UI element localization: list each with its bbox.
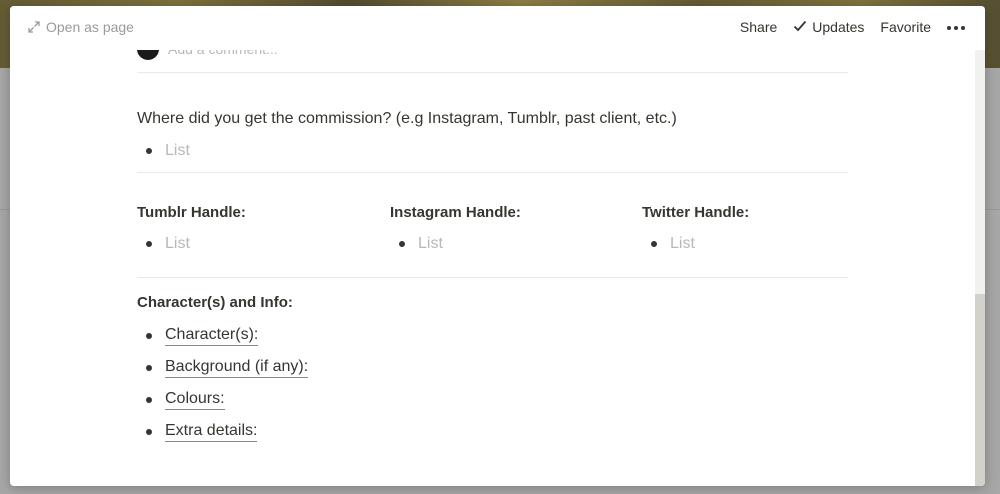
open-as-page-button[interactable]: Open as page	[28, 19, 134, 35]
divider	[137, 277, 848, 278]
list-item[interactable]: Extra details:	[137, 422, 258, 442]
character-info-heading: Character(s) and Info:	[137, 294, 293, 311]
list-item[interactable]: List	[642, 235, 695, 253]
list-item[interactable]: List	[137, 142, 190, 160]
updates-label: Updates	[812, 19, 865, 35]
scrollbar[interactable]	[975, 50, 985, 486]
bullet-icon	[399, 241, 405, 247]
instagram-handle-heading: Instagram Handle:	[390, 204, 521, 221]
list-item[interactable]: List	[390, 235, 443, 253]
favorite-button[interactable]: Favorite	[880, 19, 931, 35]
divider	[137, 172, 848, 173]
extra-details-link[interactable]: Extra details:	[165, 422, 258, 442]
bullet-icon	[146, 333, 152, 339]
bullet-icon	[146, 397, 152, 403]
checkmark-icon	[793, 19, 807, 35]
modal-scroll-area[interactable]: Add a comment... Where did you get the c…	[10, 6, 985, 486]
bullet-icon	[146, 148, 152, 154]
divider	[137, 72, 848, 73]
topbar-actions: Share Updates Favorite	[740, 19, 965, 35]
share-button[interactable]: Share	[740, 19, 777, 35]
page-peek-modal: Add a comment... Where did you get the c…	[10, 6, 985, 486]
list-placeholder[interactable]: List	[165, 142, 190, 160]
expand-icon	[28, 21, 40, 33]
bullet-icon	[651, 241, 657, 247]
background-link[interactable]: Background (if any):	[165, 358, 309, 378]
bullet-icon	[146, 241, 152, 247]
list-item[interactable]: Background (if any):	[137, 358, 309, 378]
tumblr-handle-heading: Tumblr Handle:	[137, 204, 246, 221]
colours-link[interactable]: Colours:	[165, 390, 225, 410]
list-placeholder[interactable]: List	[165, 235, 190, 253]
commission-source-question: Where did you get the commission? (e.g I…	[137, 110, 677, 127]
bullet-icon	[146, 365, 152, 371]
list-item[interactable]: Colours:	[137, 390, 225, 410]
list-item[interactable]: Character(s):	[137, 326, 259, 346]
list-placeholder[interactable]: List	[418, 235, 443, 253]
more-options-icon[interactable]	[947, 24, 965, 30]
updates-button[interactable]: Updates	[793, 19, 864, 35]
list-item[interactable]: List	[137, 235, 190, 253]
bullet-icon	[146, 429, 152, 435]
twitter-handle-heading: Twitter Handle:	[642, 204, 750, 221]
scrollbar-thumb[interactable]	[975, 294, 985, 486]
open-as-page-label: Open as page	[46, 19, 134, 35]
character-link[interactable]: Character(s):	[165, 326, 259, 346]
modal-topbar: Open as page Share Updates Favorite	[10, 6, 985, 50]
list-placeholder[interactable]: List	[670, 235, 695, 253]
